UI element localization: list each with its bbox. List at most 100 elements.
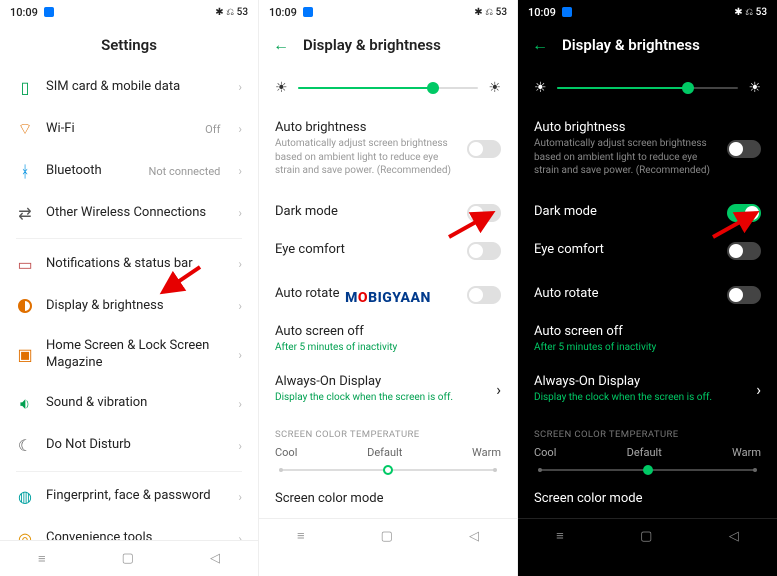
row-convenience[interactable]: ◎Convenience tools› [4, 518, 254, 540]
chevron-right-icon: › [756, 380, 761, 399]
toggle-auto-brightness[interactable] [467, 140, 501, 158]
toggle-auto-rotate[interactable] [467, 286, 501, 304]
row-home-screen[interactable]: ▣Home Screen & Lock Screen Magazine› [4, 327, 254, 383]
section-color-temp: SCREEN COLOR TEMPERATURE [518, 415, 777, 446]
nav-recent-icon[interactable]: ≡ [38, 551, 46, 567]
header: ← Display & brightness [518, 24, 777, 66]
row-dark-mode: Dark mode [518, 194, 777, 232]
nav-home-icon[interactable]: ▢ [381, 529, 393, 544]
nav-back-icon[interactable]: ◁ [210, 551, 220, 566]
chevron-right-icon: › [238, 257, 242, 271]
status-icons: ✱ ⎌ 53 [734, 7, 767, 18]
sound-icon: 🔉︎ [16, 395, 34, 413]
nav-home-icon[interactable]: ▢ [122, 551, 134, 566]
toggle-dark-mode[interactable] [467, 204, 501, 222]
row-auto-rotate: Auto rotate [518, 276, 777, 314]
color-temp-control[interactable]: CoolDefaultWarm [259, 446, 517, 481]
row-auto-brightness: Auto brightnessAutomatically adjust scre… [259, 110, 517, 188]
status-icons: ✱ ⎌ 53 [474, 7, 507, 18]
nav-bar: ≡ ▢ ◁ [0, 540, 258, 576]
toggle-auto-rotate[interactable] [727, 286, 761, 304]
nav-home-icon[interactable]: ▢ [640, 529, 652, 544]
row-screen-color-mode[interactable]: Screen color mode [518, 481, 777, 518]
row-sound[interactable]: 🔉︎Sound & vibration› [4, 383, 254, 425]
toggle-auto-brightness[interactable] [727, 140, 761, 158]
app-indicator-icon [44, 7, 54, 17]
back-icon[interactable]: ← [532, 35, 548, 55]
chevron-right-icon: › [238, 397, 242, 411]
screen-settings: 10:09 ✱ ⎌ 53 Settings ▯SIM card & mobile… [0, 0, 259, 576]
nav-recent-icon[interactable]: ≡ [297, 528, 305, 544]
status-bar: 10:09 ✱ ⎌ 53 [0, 0, 258, 24]
chevron-right-icon: › [238, 439, 242, 453]
section-color-temp: SCREEN COLOR TEMPERATURE [259, 415, 517, 446]
bluetooth-icon: ᚼ [16, 162, 34, 180]
nav-recent-icon[interactable]: ≡ [556, 528, 564, 544]
chevron-right-icon: › [238, 532, 242, 540]
row-auto-rotate: Auto rotate [259, 276, 517, 314]
status-bar: 10:09 ✱ ⎌ 53 [259, 0, 517, 24]
home-icon: ▣ [16, 346, 34, 364]
nav-back-icon[interactable]: ◁ [469, 529, 479, 544]
row-bluetooth[interactable]: ᚼBluetoothNot connected› [4, 150, 254, 192]
fingerprint-icon: ◍ [16, 488, 34, 506]
toggle-dark-mode[interactable] [727, 204, 761, 222]
color-temp-control[interactable]: CoolDefaultWarm [518, 446, 777, 481]
row-dark-mode: Dark mode [259, 194, 517, 232]
clock: 10:09 [269, 6, 297, 19]
row-auto-brightness: Auto brightnessAutomatically adjust scre… [518, 110, 777, 188]
status-icons: ✱ ⎌ 53 [215, 7, 248, 18]
sun-high-icon: ☀ [488, 80, 501, 96]
settings-list: ▯SIM card & mobile data› ⌔Wi-FiOff› ᚼBlu… [0, 66, 258, 540]
toggle-eye-comfort[interactable] [727, 242, 761, 260]
row-fingerprint[interactable]: ◍Fingerprint, face & password› [4, 476, 254, 518]
tools-icon: ◎ [16, 530, 34, 540]
sun-high-icon: ☀ [748, 80, 761, 96]
chevron-right-icon: › [496, 380, 501, 399]
toggle-eye-comfort[interactable] [467, 242, 501, 260]
chevron-right-icon: › [238, 490, 242, 504]
row-eye-comfort: Eye comfort [518, 232, 777, 270]
row-notifications[interactable]: ▭Notifications & status bar› [4, 243, 254, 285]
page-title: Display & brightness [303, 36, 441, 54]
sun-low-icon: ☀ [534, 80, 547, 96]
row-screen-color-mode[interactable]: Screen color mode [259, 481, 517, 518]
row-other-wireless[interactable]: ⇄Other Wireless Connections› [4, 192, 254, 234]
app-indicator-icon [303, 7, 313, 17]
row-wifi[interactable]: ⌔Wi-FiOff› [4, 108, 254, 150]
back-icon[interactable]: ← [273, 35, 289, 55]
row-dnd[interactable]: ☾Do Not Disturb› [4, 425, 254, 467]
link-icon: ⇄ [16, 204, 34, 222]
header: ← Display & brightness [259, 24, 517, 66]
chevron-right-icon: › [238, 80, 242, 94]
chevron-right-icon: › [238, 206, 242, 220]
clock: 10:09 [10, 6, 38, 19]
page-title: Settings [0, 24, 258, 66]
app-indicator-icon [562, 7, 572, 17]
chevron-right-icon: › [238, 348, 242, 362]
brightness-slider[interactable]: ☀ ☀ [259, 66, 517, 110]
slider-track[interactable] [557, 87, 739, 89]
row-always-on-display[interactable]: Always-On DisplayDisplay the clock when … [259, 364, 517, 415]
status-bar: 10:09 ✱ ⎌ 53 [518, 0, 777, 24]
wifi-icon: ⌔ [16, 120, 34, 138]
sim-icon: ▯ [16, 78, 34, 96]
chevron-right-icon: › [238, 122, 242, 136]
row-sim[interactable]: ▯SIM card & mobile data› [4, 66, 254, 108]
nav-bar: ≡ ▢ ◁ [259, 518, 517, 554]
row-display-brightness[interactable]: Display & brightness› [4, 285, 254, 327]
nav-back-icon[interactable]: ◁ [729, 529, 739, 544]
row-auto-screen-off[interactable]: Auto screen off After 5 minutes of inact… [518, 314, 777, 365]
nav-bar: ≡ ▢ ◁ [518, 518, 777, 554]
page-title: Display & brightness [562, 36, 700, 54]
clock: 10:09 [528, 6, 556, 19]
chevron-right-icon: › [238, 299, 242, 313]
row-always-on-display[interactable]: Always-On DisplayDisplay the clock when … [518, 364, 777, 415]
screen-display-dark: 10:09 ✱ ⎌ 53 ← Display & brightness ☀ ☀ … [518, 0, 777, 576]
row-auto-screen-off[interactable]: Auto screen off After 5 minutes of inact… [259, 314, 517, 365]
moon-icon: ☾ [16, 437, 34, 455]
slider-track[interactable] [298, 87, 479, 89]
notification-icon: ▭ [16, 255, 34, 273]
brightness-slider[interactable]: ☀ ☀ [518, 66, 777, 110]
sun-low-icon: ☀ [275, 80, 288, 96]
